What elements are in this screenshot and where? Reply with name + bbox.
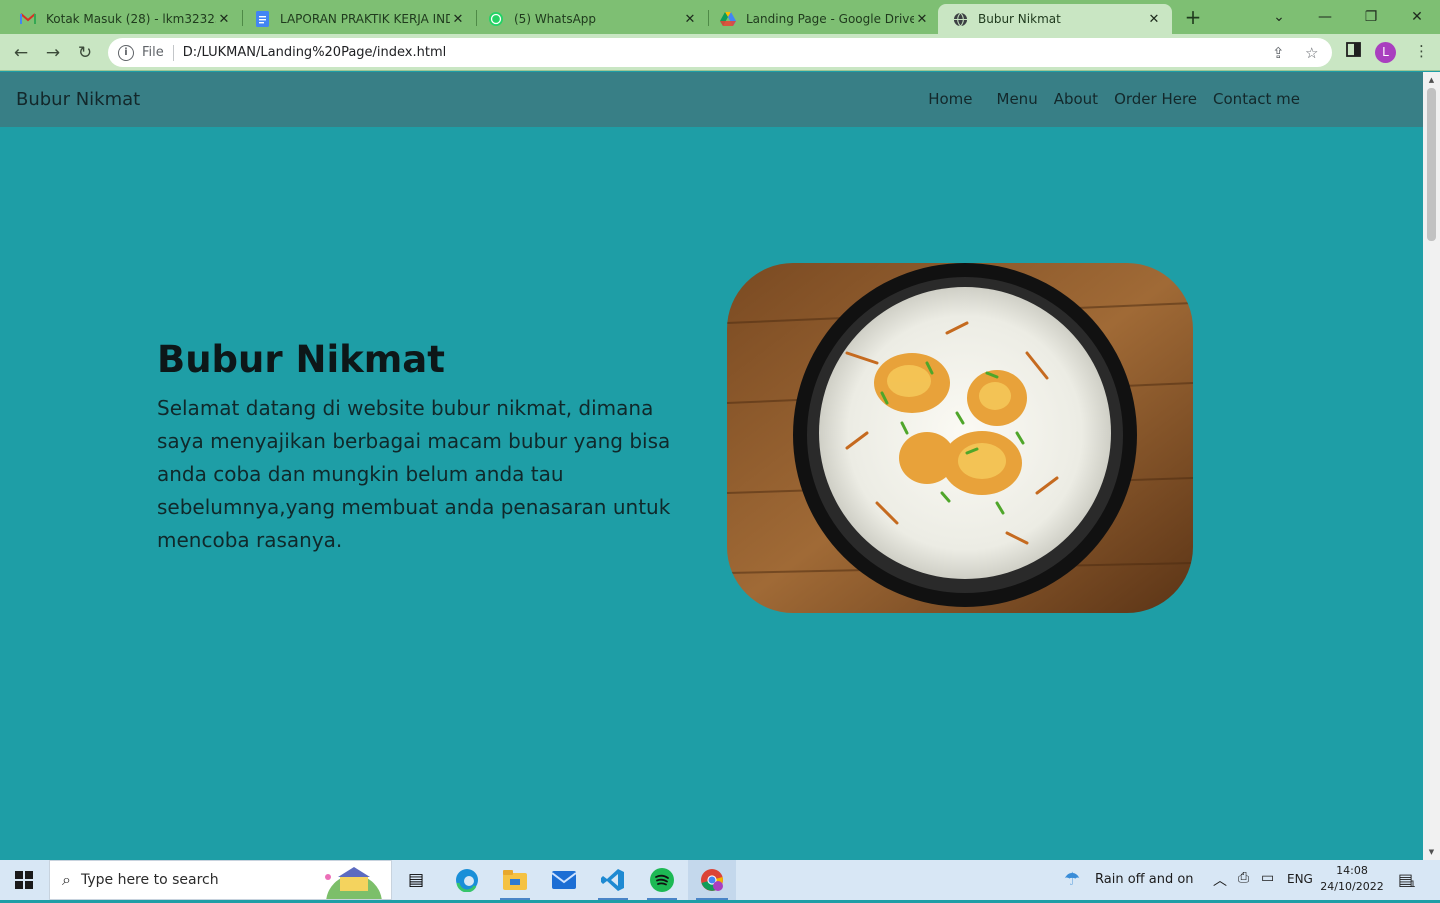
tab-bubur-nikmat[interactable]: Bubur Nikmat ✕	[938, 4, 1172, 34]
close-tab-icon[interactable]: ✕	[216, 12, 232, 27]
page-scrollbar[interactable]: ▲ ▼	[1423, 72, 1440, 860]
restore-button[interactable]: ❐	[1348, 0, 1394, 34]
nav-link-order[interactable]: Order Here	[1114, 90, 1197, 108]
address-scheme: File	[142, 45, 164, 60]
back-button[interactable]: ←	[8, 40, 34, 66]
tab-title: LAPORAN PRAKTIK KERJA INDUSTRI	[280, 12, 450, 26]
minimize-button[interactable]: —	[1302, 0, 1348, 34]
file-explorer-icon[interactable]	[492, 860, 538, 900]
tab-title: (5) WhatsApp	[514, 12, 597, 26]
globe-icon	[952, 11, 968, 27]
scroll-down-arrow-icon[interactable]: ▼	[1423, 845, 1440, 859]
nav-link-home[interactable]: Home	[928, 90, 972, 108]
forward-button[interactable]: →	[40, 40, 66, 66]
hero-title: Bubur Nikmat	[157, 338, 445, 381]
search-icon: ⌕	[62, 870, 71, 889]
profile-avatar[interactable]: L	[1375, 42, 1396, 63]
tab-strip: Kotak Masuk (28) - lkm3232323 ✕ LAPORAN …	[0, 0, 1440, 34]
google-docs-icon	[254, 11, 270, 27]
nav-link-about[interactable]: About	[1054, 90, 1098, 108]
nav-link-contact[interactable]: Contact me	[1213, 90, 1300, 108]
taskbar-search-input[interactable]: ⌕ Type here to search	[49, 860, 392, 903]
tab-search-chevron-icon[interactable]: ⌄	[1256, 0, 1302, 34]
tab-title: Landing Page - Google Drive	[746, 12, 914, 26]
address-bar[interactable]: i File D:/LUKMAN/Landing%20Page/index.ht…	[108, 38, 1332, 67]
notification-badge: 1	[1410, 880, 1416, 890]
network-icon[interactable]: ▭	[1261, 870, 1274, 886]
new-tab-button[interactable]: +	[1182, 6, 1204, 28]
taskbar-clock[interactable]: 14:08 24/10/2022	[1320, 863, 1384, 895]
tab-title: Bubur Nikmat	[978, 12, 1061, 26]
scroll-up-arrow-icon[interactable]: ▲	[1423, 73, 1440, 87]
chrome-icon[interactable]	[688, 860, 736, 900]
start-windows-icon[interactable]	[0, 860, 48, 900]
reload-button[interactable]: ↻	[72, 40, 98, 66]
tab-gmail[interactable]: Kotak Masuk (28) - lkm3232323 ✕	[6, 4, 242, 34]
vscode-icon[interactable]	[590, 860, 636, 900]
weather-status[interactable]: Rain off and on	[1095, 872, 1194, 887]
gmail-icon	[20, 11, 36, 27]
weather-icon[interactable]: ☂	[1064, 869, 1080, 890]
task-view-icon[interactable]: ▤	[394, 860, 438, 900]
spotify-icon[interactable]	[639, 860, 685, 900]
nav-links: Home Menu About Order Here Contact me	[912, 90, 1300, 108]
whatsapp-icon	[488, 11, 504, 27]
show-hidden-icons-chevron-icon[interactable]: ︿	[1213, 870, 1227, 890]
hero-description: Selamat datang di website bubur nikmat, …	[157, 396, 671, 552]
bookmark-star-icon[interactable]: ☆	[1305, 44, 1318, 62]
site-navbar: Bubur Nikmat Home Menu About Order Here …	[0, 72, 1423, 127]
tab-whatsapp[interactable]: (5) WhatsApp ✕	[474, 4, 708, 34]
tab-title: Kotak Masuk (28) - lkm3232323	[46, 12, 216, 26]
clock-date: 24/10/2022	[1320, 880, 1384, 893]
search-placeholder: Type here to search	[80, 872, 219, 888]
search-highlight-icon	[318, 863, 390, 903]
nav-link-menu[interactable]: Menu	[997, 90, 1038, 108]
meet-now-icon[interactable]: ⎙	[1238, 870, 1249, 886]
close-tab-icon[interactable]: ✕	[682, 12, 698, 27]
hero-porridge-image	[727, 263, 1193, 613]
google-drive-icon	[720, 11, 736, 27]
close-window-button[interactable]: ✕	[1394, 0, 1440, 34]
site-info-icon[interactable]: i	[118, 44, 134, 61]
share-icon[interactable]: ⇪	[1272, 44, 1285, 62]
side-panel-icon[interactable]	[1346, 42, 1361, 61]
language-indicator[interactable]: ENG	[1287, 872, 1313, 886]
close-tab-icon[interactable]: ✕	[450, 12, 466, 27]
browser-toolbar: ← → ↻ i File D:/LUKMAN/Landing%20Page/in…	[0, 34, 1440, 71]
site-brand[interactable]: Bubur Nikmat	[16, 89, 140, 110]
close-tab-icon[interactable]: ✕	[914, 12, 930, 27]
tab-drive[interactable]: Landing Page - Google Drive ✕	[706, 4, 940, 34]
edge-icon[interactable]	[444, 860, 490, 900]
close-tab-icon[interactable]: ✕	[1146, 12, 1162, 27]
mail-icon[interactable]	[541, 860, 587, 900]
menu-kebab-icon[interactable]: ⋮	[1414, 42, 1429, 60]
windows-taskbar: ⌕ Type here to search ▤ ☂ Rain off and o…	[0, 860, 1440, 903]
address-url: D:/LUKMAN/Landing%20Page/index.html	[182, 45, 447, 60]
page-viewport: Bubur Nikmat Home Menu About Order Here …	[0, 72, 1423, 860]
tab-docs[interactable]: LAPORAN PRAKTIK KERJA INDUSTRI ✕	[240, 4, 476, 34]
scroll-thumb[interactable]	[1427, 88, 1436, 241]
clock-time: 14:08	[1336, 864, 1368, 877]
